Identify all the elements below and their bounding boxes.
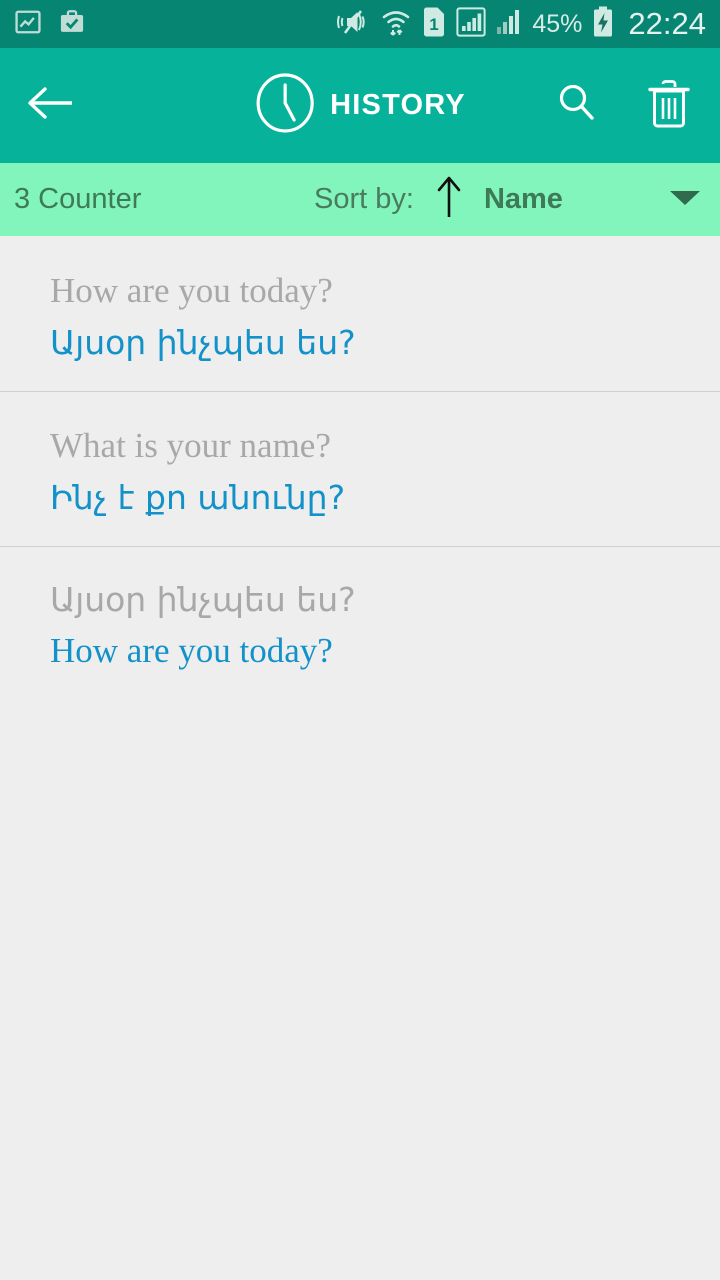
sort-direction-button[interactable] bbox=[434, 173, 464, 226]
delete-all-button[interactable] bbox=[642, 79, 696, 133]
sort-by-label: Sort by: bbox=[314, 183, 414, 215]
history-target-text: How are you today? bbox=[50, 631, 333, 671]
status-bar-left-icons bbox=[14, 8, 86, 41]
history-source-text: Այսօր ինչպես ես? bbox=[50, 580, 356, 619]
history-source-text: How are you today? bbox=[50, 271, 333, 310]
history-target-text: Այսօր ինչպես ես? bbox=[50, 322, 356, 362]
chevron-down-icon bbox=[668, 186, 702, 213]
work-profile-briefcase-icon bbox=[58, 8, 86, 41]
vibrate-mute-icon bbox=[336, 7, 370, 42]
history-item[interactable]: How are you today? Այսօր ինչպես ես? bbox=[0, 236, 720, 391]
history-item[interactable]: Այսօր ինչպես ես? How are you today? bbox=[0, 546, 720, 701]
arrow-up-icon bbox=[434, 173, 464, 226]
sim-1-icon: 1 bbox=[422, 6, 446, 43]
battery-percent-label: 45% bbox=[532, 9, 583, 38]
trash-icon bbox=[646, 77, 692, 134]
signal-bars-boxed-icon bbox=[456, 6, 486, 42]
sort-bar: 3 Counter Sort by: Name bbox=[0, 163, 720, 236]
history-target-text: Ինչ է քո անունը? bbox=[50, 477, 346, 517]
status-bar-right-icons: 1 45% 22:24 bbox=[336, 6, 706, 43]
sort-field-value[interactable]: Name bbox=[484, 183, 563, 216]
clock-icon bbox=[254, 72, 316, 139]
sort-controls: Sort by: Name bbox=[314, 173, 563, 226]
photo-gallery-icon bbox=[14, 8, 42, 41]
history-list: How are you today? Այսօր ինչպես ես? What… bbox=[0, 236, 720, 701]
app-bar-title-group: HISTORY bbox=[254, 72, 466, 139]
wifi-transfer-icon bbox=[380, 6, 412, 43]
history-source-text: What is your name? bbox=[50, 426, 331, 465]
status-bar: 1 45% 22:24 bbox=[0, 0, 720, 48]
status-bar-clock: 22:24 bbox=[628, 6, 706, 41]
sort-dropdown-button[interactable] bbox=[668, 186, 702, 213]
back-button[interactable] bbox=[24, 78, 80, 134]
search-icon bbox=[554, 80, 600, 131]
history-item[interactable]: What is your name? Ինչ է քո անունը? bbox=[0, 391, 720, 546]
page-title: HISTORY bbox=[330, 89, 466, 121]
counter-label: 3 Counter bbox=[14, 183, 142, 215]
svg-text:1: 1 bbox=[430, 15, 439, 34]
search-button[interactable] bbox=[550, 79, 604, 133]
battery-charging-icon bbox=[592, 6, 614, 43]
app-bar-actions bbox=[550, 79, 696, 133]
arrow-left-icon bbox=[26, 83, 78, 128]
app-bar: HISTORY bbox=[0, 48, 720, 163]
signal-bars-icon bbox=[496, 7, 522, 42]
